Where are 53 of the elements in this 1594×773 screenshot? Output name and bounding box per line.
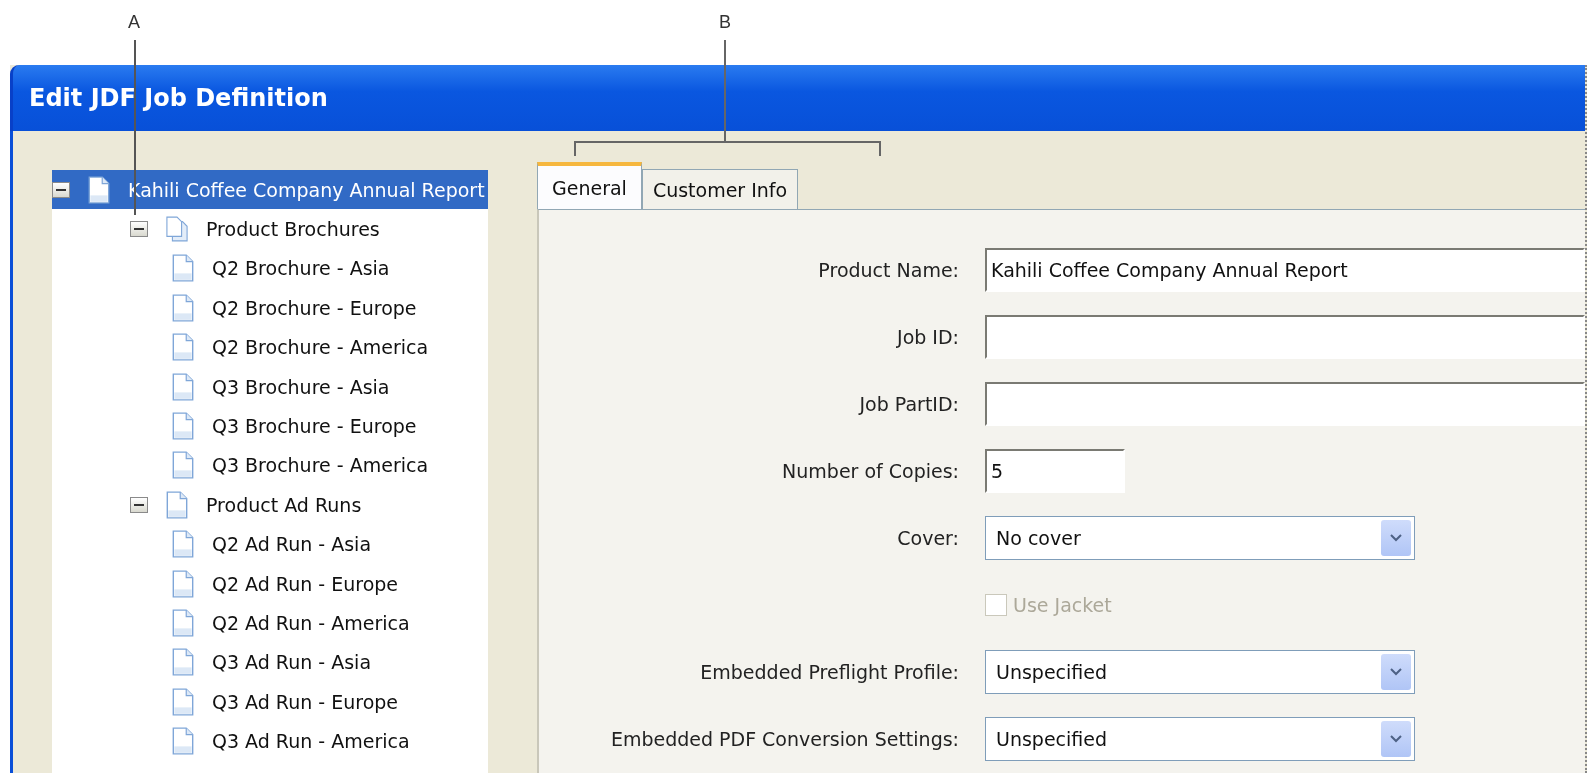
tree-item[interactable]: Q2 Brochure - Asia [52, 248, 488, 289]
tree-item[interactable]: Q3 Brochure - Asia [52, 366, 488, 407]
collapse-icon[interactable] [130, 221, 148, 238]
collapse-icon[interactable] [52, 181, 70, 198]
tree-item[interactable]: Q3 Ad Run - Asia [52, 642, 488, 683]
field-label: Cover: [896, 526, 960, 549]
document-icon [172, 293, 194, 322]
document-icon [172, 687, 194, 716]
document-icon [172, 451, 194, 480]
field-label: Job ID: [895, 325, 960, 348]
input-field[interactable] [985, 314, 1585, 359]
field-label: Embedded Preflight Profile: [699, 660, 960, 683]
tree-item[interactable]: Q2 Brochure - Europe [52, 288, 488, 328]
tree-item[interactable]: Q2 Ad Run - Europe [52, 563, 488, 604]
checkbox-label: Use Jacket [1013, 593, 1112, 616]
document-icon [172, 530, 194, 559]
document-icon [88, 175, 110, 204]
tree-item[interactable]: Kahili Coffee Company Annual Report [52, 170, 488, 210]
document-icon [172, 727, 194, 756]
document-icon [172, 648, 194, 677]
callout-label: A [128, 12, 140, 33]
dropdown[interactable]: No cover [985, 515, 1415, 560]
document-icon [172, 569, 194, 598]
field-label: Embedded PDF Conversion Settings: [609, 727, 960, 750]
document-icon [172, 254, 194, 283]
dropdown[interactable]: Unspecified [985, 716, 1415, 761]
document-icon [166, 490, 188, 519]
input-field[interactable]: Kahili Coffee Company Annual Report [985, 247, 1585, 292]
tree-item[interactable]: Product Ad Runs [52, 485, 488, 525]
tree-item[interactable]: Q3 Brochure - America [52, 445, 488, 486]
tree-item[interactable]: Q3 Ad Run - Europe [52, 682, 488, 722]
field-label: Number of Copies: [781, 459, 960, 482]
dropdown[interactable]: Unspecified [985, 649, 1415, 694]
input-field[interactable]: 5 [985, 448, 1125, 493]
tab[interactable]: Customer Info [641, 169, 799, 209]
field-label: Product Name: [817, 258, 960, 281]
document-icon [172, 333, 194, 362]
document-icon [172, 412, 194, 441]
tree-item[interactable]: Q2 Brochure - America [52, 327, 488, 367]
tab[interactable]: General [537, 162, 642, 209]
tree-item[interactable]: Product Brochures [52, 209, 488, 249]
field-label: Job PartID: [857, 392, 960, 415]
tree-item[interactable]: Q2 Ad Run - America [52, 603, 488, 643]
document-icon [172, 609, 194, 637]
tree-item[interactable]: Q3 Brochure - Europe [52, 406, 488, 446]
input-field[interactable] [985, 381, 1585, 426]
window-title: Edit JDF Job Definition [29, 84, 328, 112]
tree-item[interactable]: Q3 Ad Run - America [52, 721, 488, 761]
callout-label: B [719, 12, 731, 33]
documents-icon [166, 215, 188, 244]
tree-item[interactable]: Q2 Ad Run - Asia [52, 524, 488, 564]
collapse-icon[interactable] [130, 496, 148, 513]
document-icon [172, 372, 194, 401]
